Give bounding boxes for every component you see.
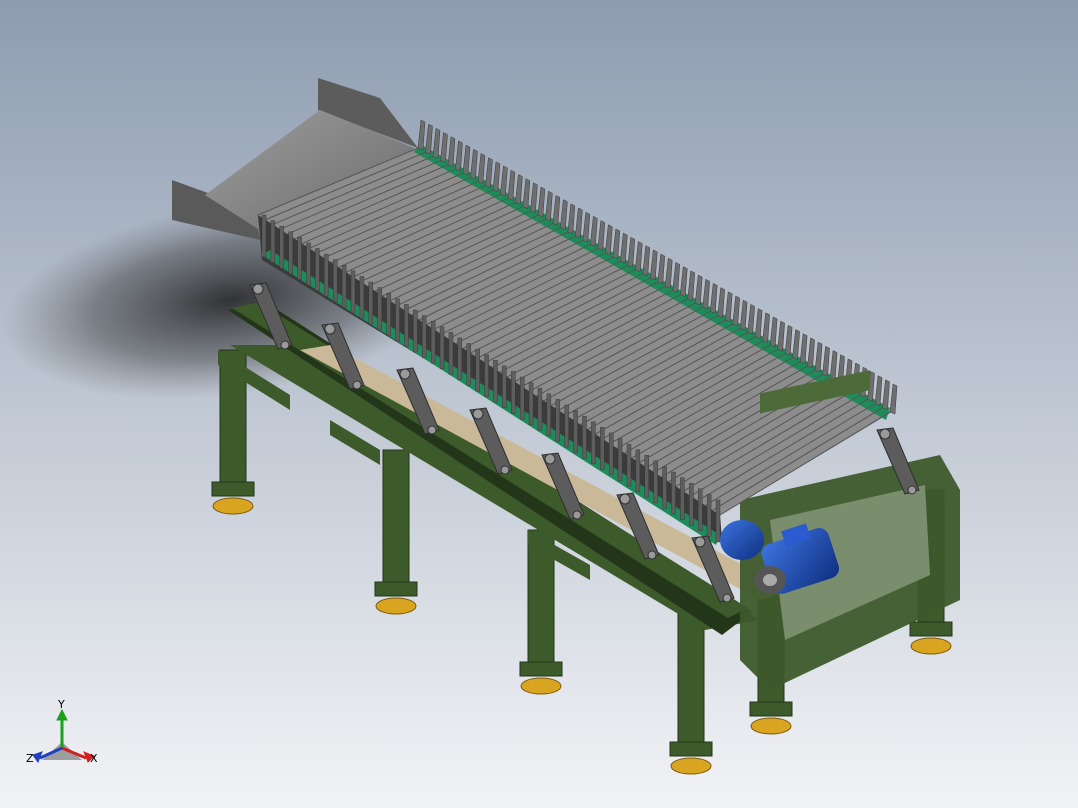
arm-pivot bbox=[252, 283, 264, 295]
side-fin bbox=[279, 225, 285, 269]
arm-pivot bbox=[879, 428, 891, 440]
side-fin bbox=[653, 460, 658, 504]
x-axis-label: X bbox=[90, 752, 98, 765]
side-fin bbox=[680, 477, 685, 520]
side-fin bbox=[555, 399, 560, 442]
side-fin bbox=[404, 304, 409, 347]
side-fin bbox=[475, 348, 480, 392]
side-fin bbox=[386, 293, 391, 336]
side-fin bbox=[341, 265, 347, 308]
side-fin bbox=[537, 388, 543, 431]
arm-pivot bbox=[694, 536, 706, 548]
arm-pivot bbox=[572, 510, 582, 520]
leveling-foot bbox=[750, 717, 792, 735]
side-fin bbox=[591, 421, 596, 464]
side-fin bbox=[582, 415, 587, 459]
leveling-foot bbox=[212, 497, 254, 515]
arm-pivot bbox=[619, 493, 631, 505]
side-fin bbox=[377, 287, 382, 330]
side-fin bbox=[511, 371, 516, 414]
side-fin bbox=[715, 499, 721, 543]
arm-pivot bbox=[399, 368, 411, 380]
side-fin bbox=[350, 270, 356, 314]
side-fin bbox=[546, 393, 552, 437]
cad-viewport[interactable]: Y X Z bbox=[0, 0, 1078, 808]
side-fin bbox=[395, 298, 400, 342]
leveling-foot bbox=[670, 757, 712, 775]
gearbox bbox=[720, 520, 764, 560]
arm-pivot bbox=[427, 425, 437, 435]
leg-post bbox=[382, 449, 410, 591]
leveling-foot bbox=[520, 677, 562, 695]
side-fin bbox=[608, 432, 614, 476]
side-fin bbox=[662, 466, 667, 509]
side-fin bbox=[635, 449, 641, 492]
side-fin bbox=[333, 259, 338, 302]
side-fin bbox=[359, 276, 365, 319]
side-fin bbox=[706, 494, 712, 537]
side-fin bbox=[600, 427, 605, 470]
side-fin bbox=[457, 337, 463, 381]
side-fin bbox=[315, 248, 320, 291]
side-fin bbox=[573, 410, 578, 453]
side-fin bbox=[413, 309, 418, 353]
model-view[interactable]: Y X Z bbox=[0, 0, 1078, 808]
arm-pivot bbox=[500, 465, 510, 475]
arm-pivot bbox=[352, 380, 362, 390]
side-fin bbox=[324, 253, 329, 297]
leg-plate bbox=[211, 481, 255, 497]
side-fin bbox=[697, 488, 703, 532]
side-fin bbox=[466, 343, 471, 386]
side-fin bbox=[288, 231, 293, 274]
leg-post bbox=[677, 609, 705, 751]
side-fin bbox=[671, 471, 676, 515]
leg-plate bbox=[374, 581, 418, 597]
side-fin bbox=[626, 443, 632, 487]
side-fin bbox=[644, 455, 649, 498]
side-fin bbox=[564, 404, 569, 448]
side-fin bbox=[502, 365, 507, 409]
leg-plate bbox=[909, 621, 953, 637]
side-fin bbox=[422, 315, 427, 358]
side-fin bbox=[261, 214, 267, 258]
arm-pivot bbox=[324, 323, 336, 335]
side-fin bbox=[689, 483, 694, 526]
leveling-foot bbox=[910, 637, 952, 655]
side-fin bbox=[617, 438, 623, 481]
z-axis-label: Z bbox=[26, 752, 34, 765]
side-fin bbox=[368, 281, 374, 325]
side-fin bbox=[297, 237, 302, 280]
y-axis-label: Y bbox=[57, 698, 65, 711]
side-fin bbox=[484, 354, 489, 397]
leg-plate bbox=[669, 741, 713, 757]
side-fin bbox=[270, 220, 276, 263]
side-fin bbox=[528, 382, 534, 425]
pulley-hub bbox=[763, 574, 777, 586]
leg-plate bbox=[749, 701, 793, 717]
side-fin bbox=[430, 320, 436, 364]
arm-pivot bbox=[647, 550, 657, 560]
arm-pivot bbox=[280, 340, 290, 350]
leg-plate bbox=[519, 661, 563, 677]
side-fin bbox=[519, 376, 525, 420]
side-fin bbox=[439, 326, 445, 369]
arm-pivot bbox=[722, 593, 732, 603]
arm-pivot bbox=[472, 408, 484, 420]
leveling-foot bbox=[375, 597, 417, 615]
side-fin bbox=[493, 360, 498, 403]
arm-pivot bbox=[907, 485, 917, 495]
side-fin bbox=[448, 332, 454, 375]
arm-pivot bbox=[544, 453, 556, 465]
side-fin bbox=[306, 242, 311, 286]
